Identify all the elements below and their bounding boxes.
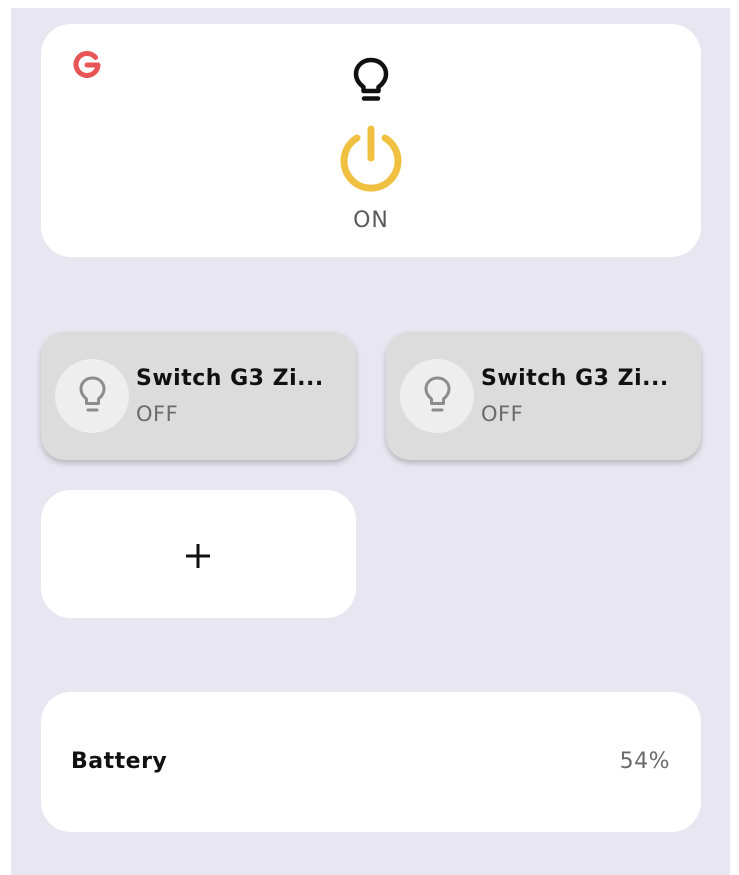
lightbulb-icon [79,376,106,412]
switch-state: OFF [481,402,524,426]
switch-state: OFF [136,402,179,426]
switch-tile-1[interactable]: Switch G3 Zi... OFF [41,332,356,460]
battery-row[interactable]: Battery 54% [41,692,701,832]
plus-icon [186,544,210,568]
power-button[interactable] [335,124,407,196]
lightbulb-icon [353,57,389,101]
switch-name: Switch G3 Zi... [136,366,324,391]
battery-label: Battery [71,749,168,774]
main-light-state: ON [353,208,389,233]
lightbulb-icon [424,376,451,412]
main-light-card: ON [41,24,701,257]
add-card-button[interactable] [41,490,356,618]
battery-value: 54% [619,749,670,774]
dashboard-background: ON Switch G3 Zi... OFF Switch G3 Zi... O… [11,8,730,875]
switch-icon-circle[interactable] [55,359,129,433]
brand-logo-icon [73,51,101,78]
switch-icon-circle[interactable] [400,359,474,433]
switch-name: Switch G3 Zi... [481,366,669,391]
switch-tile-2[interactable]: Switch G3 Zi... OFF [386,332,701,460]
